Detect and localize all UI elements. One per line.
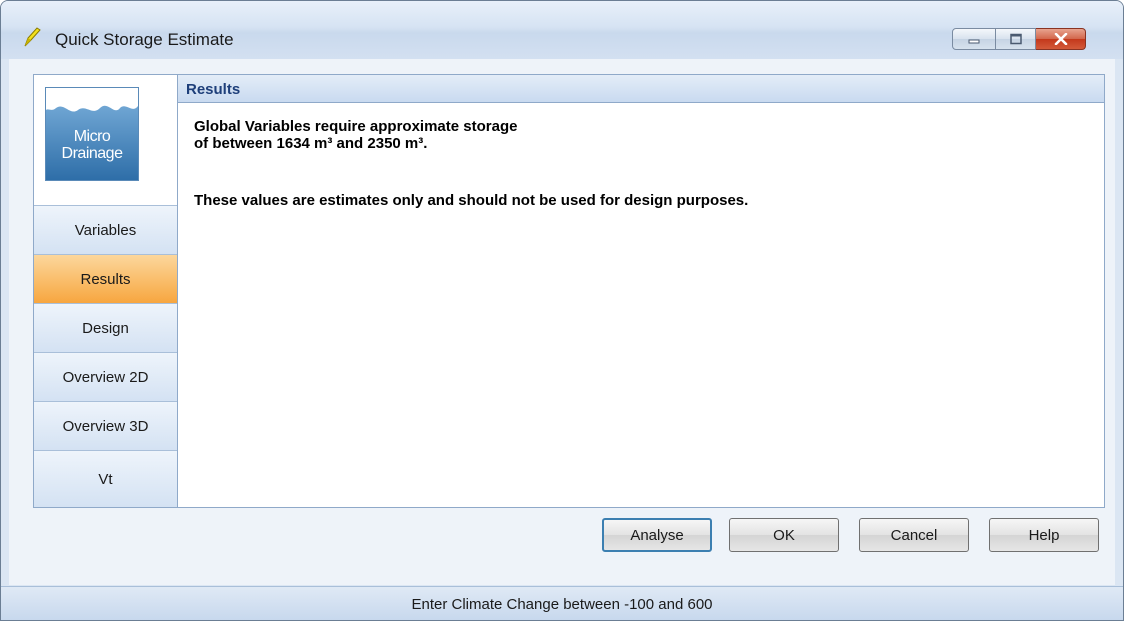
results-header-title: Results xyxy=(186,81,241,98)
sidebar-item-design[interactable]: Design xyxy=(34,304,177,353)
results-header: Results xyxy=(178,75,1104,103)
estimate-disclaimer: These values are estimates only and shou… xyxy=(194,192,749,209)
storage-estimate-line-2: of between 1634 m³ and 2350 m³. xyxy=(194,135,428,152)
ok-button[interactable]: OK xyxy=(729,518,839,552)
content-frame: Micro Drainage Variables Results Design … xyxy=(33,74,1105,508)
status-bar: Enter Climate Change between -100 and 60… xyxy=(1,586,1123,620)
logo-area: Micro Drainage xyxy=(34,75,177,206)
sidebar: Micro Drainage Variables Results Design … xyxy=(34,75,178,507)
sidebar-item-label: Overview 3D xyxy=(62,417,149,435)
quick-storage-estimate-window: Quick Storage Estimate Micro Drainage Va… xyxy=(0,0,1124,621)
logo-line-1: Micro xyxy=(73,128,111,145)
maximize-icon xyxy=(1009,33,1022,45)
close-button[interactable] xyxy=(1036,28,1086,50)
sidebar-item-variables[interactable]: Variables xyxy=(34,206,177,255)
logo-line-2: Drainage xyxy=(61,145,123,162)
sidebar-item-vt[interactable]: Vt xyxy=(34,451,177,507)
sidebar-item-overview-3d[interactable]: Overview 3D xyxy=(34,402,177,451)
client-area: Micro Drainage Variables Results Design … xyxy=(9,59,1115,585)
sidebar-item-results[interactable]: Results xyxy=(34,255,177,304)
sidebar-item-overview-2d[interactable]: Overview 2D xyxy=(34,353,177,402)
maximize-button[interactable] xyxy=(996,28,1036,50)
minimize-icon xyxy=(968,39,980,44)
caption-buttons xyxy=(952,28,1086,50)
sidebar-item-label: Results xyxy=(80,270,131,288)
sidebar-item-label: Overview 2D xyxy=(62,368,149,386)
results-pane: Results Global Variables require approxi… xyxy=(178,75,1104,507)
sidebar-item-label: Variables xyxy=(74,221,137,239)
close-icon xyxy=(1054,33,1067,45)
analyse-button[interactable]: Analyse xyxy=(602,518,712,552)
title-bar[interactable]: Quick Storage Estimate xyxy=(1,1,1123,59)
cancel-button[interactable]: Cancel xyxy=(859,518,969,552)
storage-estimate-line-1: Global Variables require approximate sto… xyxy=(194,118,518,135)
cloud-icon xyxy=(46,88,138,112)
sidebar-item-label: Design xyxy=(82,319,129,337)
status-text: Enter Climate Change between -100 and 60… xyxy=(411,595,713,613)
pencil-icon xyxy=(24,27,41,47)
micro-drainage-logo: Micro Drainage xyxy=(45,87,139,181)
minimize-button[interactable] xyxy=(952,28,996,50)
window-title: Quick Storage Estimate xyxy=(55,30,234,49)
sidebar-item-label: Vt xyxy=(98,470,113,488)
help-button[interactable]: Help xyxy=(989,518,1099,552)
